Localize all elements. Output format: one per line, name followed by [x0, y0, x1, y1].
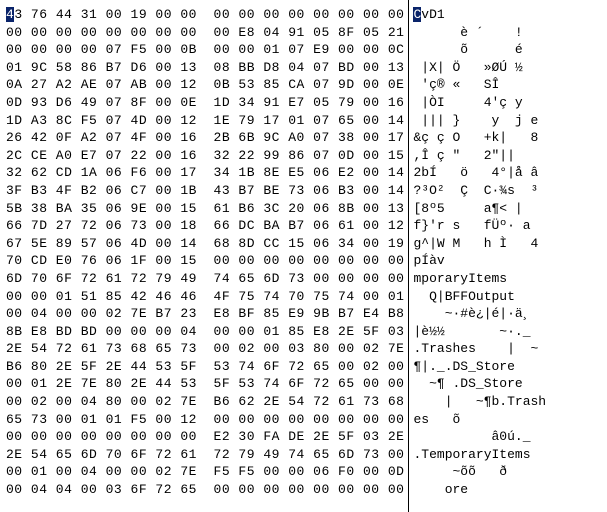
hex-row[interactable]: 00 01 2E 7E 80 2E 44 53 5F 53 74 6F 72 6…: [6, 375, 404, 393]
selected-byte[interactable]: 4: [6, 7, 14, 22]
ascii-row[interactable]: g^|W M h Ì 4: [413, 235, 603, 253]
hex-row[interactable]: 26 42 0F A2 07 4F 00 16 2B 6B 9C A0 07 3…: [6, 129, 404, 147]
ascii-row[interactable]: ||| } y j e: [413, 112, 603, 130]
ascii-row[interactable]: .TemporaryItems: [413, 446, 603, 464]
hex-row[interactable]: 67 5E 89 57 06 4D 00 14 68 8D CC 15 06 3…: [6, 235, 404, 253]
ascii-row[interactable]: ,Î ç " 2"||: [413, 147, 603, 165]
ascii-row[interactable]: õ é: [413, 41, 603, 59]
hex-row[interactable]: 00 00 00 00 07 F5 00 0B 00 00 01 07 E9 0…: [6, 41, 404, 59]
ascii-row[interactable]: &ç ç O +k| 8: [413, 129, 603, 147]
ascii-row[interactable]: ¶|._.DS_Store: [413, 358, 603, 376]
hex-row[interactable]: 3F B3 4F B2 06 C7 00 1B 43 B7 BE 73 06 B…: [6, 182, 404, 200]
hex-pane[interactable]: 43 76 44 31 00 19 00 00 00 00 00 00 00 0…: [0, 0, 408, 512]
hex-row[interactable]: 00 04 00 00 02 7E B7 23 E8 BF 85 E9 9B B…: [6, 305, 404, 323]
ascii-row[interactable]: Q|BFFOutput: [413, 288, 603, 306]
hex-row[interactable]: 65 73 00 01 01 F5 00 12 00 00 00 00 00 0…: [6, 411, 404, 429]
ascii-row[interactable]: è ´ !: [413, 24, 603, 42]
ascii-pane[interactable]: CvD1 è ´ ! õ é |X| Ö »ØÚ ½ 'ç® « SÎ |ÒI …: [408, 0, 607, 512]
ascii-row[interactable]: .Trashes | ~: [413, 340, 603, 358]
hex-row[interactable]: 00 04 04 00 03 6F 72 65 00 00 00 00 00 0…: [6, 481, 404, 499]
hex-row[interactable]: 00 00 00 00 00 00 00 00 00 E8 04 91 05 8…: [6, 24, 404, 42]
ascii-row[interactable]: |ÒI 4'ç y: [413, 94, 603, 112]
hex-row[interactable]: 43 76 44 31 00 19 00 00 00 00 00 00 00 0…: [6, 6, 404, 24]
ascii-row[interactable]: mporaryItems: [413, 270, 603, 288]
ascii-row[interactable]: 2bÍ ö 4°|å â: [413, 164, 603, 182]
ascii-row[interactable]: |X| Ö »ØÚ ½: [413, 59, 603, 77]
selected-ascii-byte[interactable]: C: [413, 7, 421, 22]
hex-row[interactable]: 70 CD E0 76 06 1F 00 15 00 00 00 00 00 0…: [6, 252, 404, 270]
hex-row[interactable]: 66 7D 27 72 06 73 00 18 66 DC BA B7 06 6…: [6, 217, 404, 235]
ascii-row[interactable]: f}'r s fÜº· a: [413, 217, 603, 235]
ascii-row[interactable]: ~õõ ð: [413, 463, 603, 481]
hex-row[interactable]: 00 00 01 51 85 42 46 46 4F 75 74 70 75 7…: [6, 288, 404, 306]
hex-row[interactable]: 0A 27 A2 AE 07 AB 00 12 0B 53 85 CA 07 9…: [6, 76, 404, 94]
hex-row[interactable]: 2E 54 65 6D 70 6F 72 61 72 79 49 74 65 6…: [6, 446, 404, 464]
hex-row[interactable]: 0D 93 D6 49 07 8F 00 0E 1D 34 91 E7 05 7…: [6, 94, 404, 112]
ascii-row[interactable]: 'ç® « SÎ: [413, 76, 603, 94]
ascii-row[interactable]: â0ú._: [413, 428, 603, 446]
hex-row[interactable]: 00 00 00 00 00 00 00 00 E2 30 FA DE 2E 5…: [6, 428, 404, 446]
ascii-row[interactable]: ?³O² Ç C·¾s ³: [413, 182, 603, 200]
ascii-row[interactable]: ~·#è¿|é|·ä¸: [413, 305, 603, 323]
ascii-row[interactable]: es õ: [413, 411, 603, 429]
hex-row[interactable]: 01 9C 58 86 B7 D6 00 13 08 BB D8 04 07 B…: [6, 59, 404, 77]
hex-row[interactable]: 00 01 00 04 00 00 02 7E F5 F5 00 00 06 F…: [6, 463, 404, 481]
hex-row[interactable]: 2C CE A0 E7 07 22 00 16 32 22 99 86 07 0…: [6, 147, 404, 165]
hex-row[interactable]: 2E 54 72 61 73 68 65 73 00 02 00 03 80 0…: [6, 340, 404, 358]
hex-row[interactable]: 5B 38 BA 35 06 9E 00 15 61 B6 3C 20 06 8…: [6, 200, 404, 218]
hex-row[interactable]: 1D A3 8C F5 07 4D 00 12 1E 79 17 01 07 6…: [6, 112, 404, 130]
ascii-row[interactable]: ore: [413, 481, 603, 499]
hex-row[interactable]: 8B E8 BD BD 00 00 00 04 00 00 01 85 E8 2…: [6, 323, 404, 341]
hex-row[interactable]: B6 80 2E 5F 2E 44 53 5F 53 74 6F 72 65 0…: [6, 358, 404, 376]
ascii-row[interactable]: CvD1: [413, 6, 603, 24]
ascii-row[interactable]: [8º5 a¶< |: [413, 200, 603, 218]
ascii-row[interactable]: pÍàv: [413, 252, 603, 270]
ascii-row[interactable]: |è½½ ~·._: [413, 323, 603, 341]
ascii-row[interactable]: | ~¶b.Trash: [413, 393, 603, 411]
ascii-row[interactable]: ~¶ .DS_Store: [413, 375, 603, 393]
hex-viewer: 43 76 44 31 00 19 00 00 00 00 00 00 00 0…: [0, 0, 607, 512]
hex-row[interactable]: 6D 70 6F 72 61 72 79 49 74 65 6D 73 00 0…: [6, 270, 404, 288]
hex-row[interactable]: 00 02 00 04 80 00 02 7E B6 62 2E 54 72 6…: [6, 393, 404, 411]
hex-row[interactable]: 32 62 CD 1A 06 F6 00 17 34 1B 8E E5 06 E…: [6, 164, 404, 182]
